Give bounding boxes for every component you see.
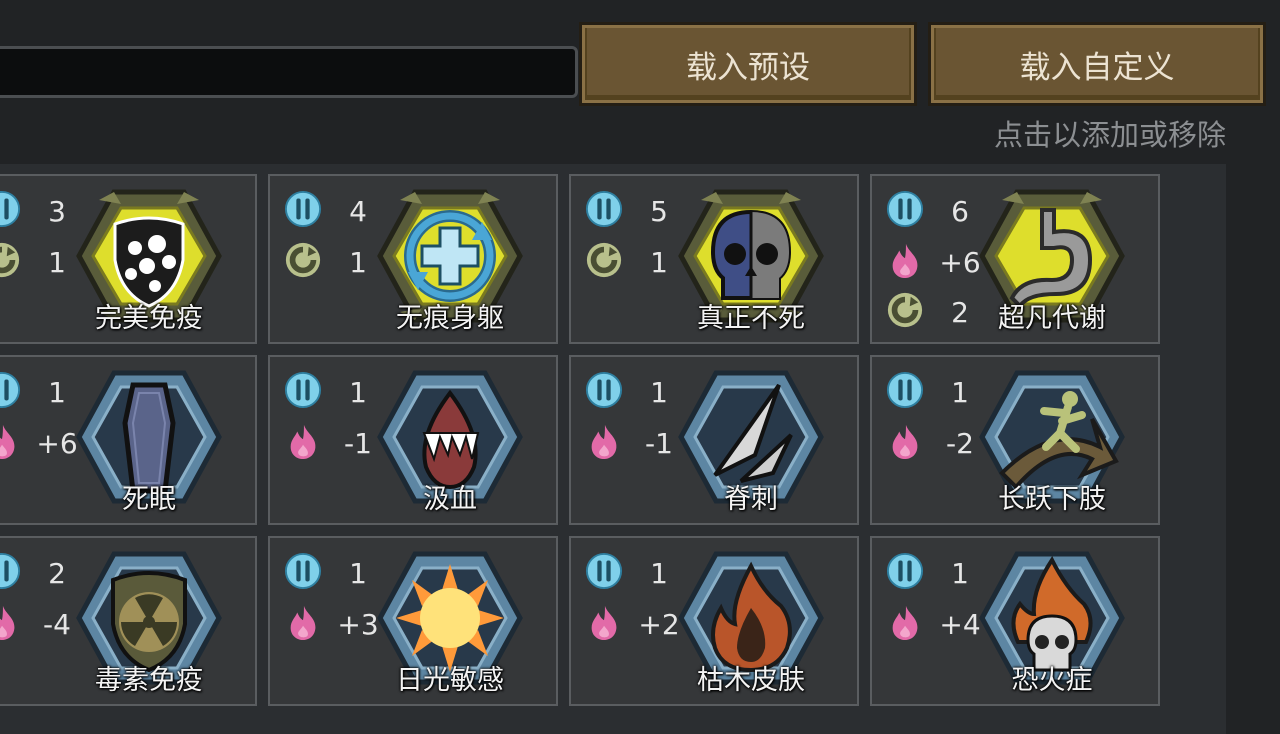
flame-icon xyxy=(284,422,322,464)
gene-card[interactable]: 1 -1 脊刺 xyxy=(569,355,859,525)
flame-icon xyxy=(284,603,322,645)
cycle-complexity-icon xyxy=(886,291,924,333)
gene-card[interactable]: 1 +4 恐火症 xyxy=(870,536,1160,706)
gene-name: 脊刺 xyxy=(724,484,778,515)
power-cost-icon xyxy=(886,371,924,413)
gene-name: 真正不死 xyxy=(697,303,805,334)
flame-icon xyxy=(886,603,924,645)
gene-card[interactable]: 1 +3 日光敏感 xyxy=(268,536,558,706)
power-cost-icon xyxy=(0,190,21,232)
power-cost-icon xyxy=(585,552,623,594)
load-custom-button[interactable]: 载入自定义 xyxy=(928,22,1266,106)
power-cost-icon xyxy=(284,552,322,594)
flame-icon xyxy=(585,422,623,464)
power-cost-icon xyxy=(0,552,21,594)
load-preset-button[interactable]: 载入预设 xyxy=(579,22,917,106)
flame-icon xyxy=(886,241,924,283)
cycle-complexity-icon xyxy=(0,241,21,283)
power-cost-icon xyxy=(585,371,623,413)
flame-icon xyxy=(585,603,623,645)
gene-card[interactable]: 1 -2 长跃下肢 xyxy=(870,355,1160,525)
gene-name: 长跃下肢 xyxy=(998,484,1106,515)
gene-card[interactable]: 1 -1 汲血 xyxy=(268,355,558,525)
gene-name: 恐火症 xyxy=(1011,665,1093,696)
gene-name: 枯木皮肤 xyxy=(697,665,805,696)
power-cost-icon xyxy=(886,552,924,594)
cycle-complexity-icon xyxy=(585,241,623,283)
gene-name: 汲血 xyxy=(423,484,477,515)
flame-icon xyxy=(886,422,924,464)
power-cost-icon xyxy=(0,371,21,413)
search-input[interactable] xyxy=(0,46,578,98)
gene-card[interactable]: 1 +2 枯木皮肤 xyxy=(569,536,859,706)
gene-name: 毒素免疫 xyxy=(95,665,203,696)
power-cost-icon xyxy=(886,190,924,232)
gene-name: 死眠 xyxy=(122,484,176,515)
gene-grid: 3 1 完美免疫 4 1 无痕身躯 5 1 真正不死 6 +6 2 超凡代谢 1 +6 死眠 1 -1 汲血 1 -1 脊… xyxy=(0,164,1226,734)
gene-card[interactable]: 3 1 完美免疫 xyxy=(0,174,257,344)
power-cost-icon xyxy=(284,190,322,232)
gene-card[interactable]: 1 +6 死眠 xyxy=(0,355,257,525)
cycle-complexity-icon xyxy=(284,241,322,283)
gene-name: 无痕身躯 xyxy=(396,303,504,334)
power-cost-icon xyxy=(284,371,322,413)
power-cost-icon xyxy=(585,190,623,232)
gene-card[interactable]: 5 1 真正不死 xyxy=(569,174,859,344)
gene-card[interactable]: 6 +6 2 超凡代谢 xyxy=(870,174,1160,344)
hint-text: 点击以添加或移除 xyxy=(993,118,1226,152)
gene-name: 完美免疫 xyxy=(95,303,203,334)
flame-icon xyxy=(0,603,21,645)
flame-icon xyxy=(0,422,21,464)
gene-name: 超凡代谢 xyxy=(998,303,1106,334)
gene-card[interactable]: 4 1 无痕身躯 xyxy=(268,174,558,344)
gene-name: 日光敏感 xyxy=(396,665,504,696)
gene-card[interactable]: 2 -4 毒素免疫 xyxy=(0,536,257,706)
